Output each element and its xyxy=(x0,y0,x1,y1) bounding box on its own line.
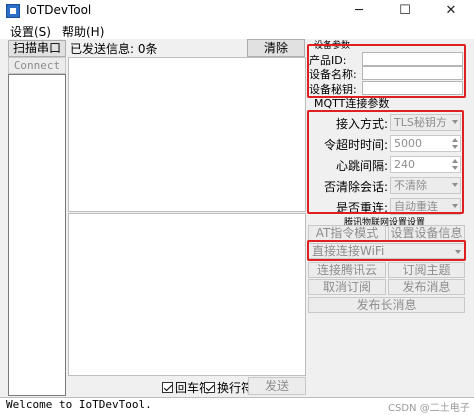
sent-count-label: 已发送信息: 0条 xyxy=(70,42,158,56)
highlight-mqtt-params xyxy=(307,110,464,214)
newline-checkbox[interactable]: 换行符 xyxy=(204,379,253,396)
publish-message-button[interactable]: 发布消息 xyxy=(388,279,465,295)
menu-help[interactable]: 帮助(H) xyxy=(62,23,104,40)
watermark: CSDN @二土电子 xyxy=(388,403,470,414)
checkbox-checked-icon xyxy=(204,382,215,393)
scan-port-button[interactable]: 扫描串口 xyxy=(8,40,66,57)
publish-long-message-button[interactable]: 发布长消息 xyxy=(308,297,465,313)
at-mode-button[interactable]: AT指令模式 xyxy=(308,225,386,241)
connect-tencent-cloud-button[interactable]: 连接腾讯云 xyxy=(308,262,386,278)
highlight-wifi-select xyxy=(307,240,466,261)
checkbox-checked-icon xyxy=(162,382,173,393)
receive-textarea[interactable] xyxy=(68,57,306,212)
set-device-info-button[interactable]: 设置设备信息 xyxy=(388,225,465,241)
send-textarea[interactable] xyxy=(68,213,306,376)
minimize-icon[interactable]: ─ xyxy=(336,0,382,22)
close-icon[interactable]: ✕ xyxy=(428,0,474,22)
maximize-icon[interactable]: ☐ xyxy=(382,0,428,22)
highlight-device-params xyxy=(307,44,466,98)
app-icon xyxy=(6,4,20,18)
send-button[interactable]: 发送 xyxy=(248,377,306,395)
port-list[interactable] xyxy=(8,74,66,396)
clear-button[interactable]: 清除 xyxy=(247,39,305,57)
menu-settings[interactable]: 设置(S) xyxy=(10,23,51,40)
unsubscribe-button[interactable]: 取消订阅 xyxy=(308,279,386,295)
connect-button[interactable]: Connect xyxy=(8,57,66,74)
subscribe-topic-button[interactable]: 订阅主题 xyxy=(388,262,465,278)
window-title: IoTDevTool xyxy=(26,3,92,17)
status-text: Welcome to IoTDevTool. xyxy=(6,398,152,411)
